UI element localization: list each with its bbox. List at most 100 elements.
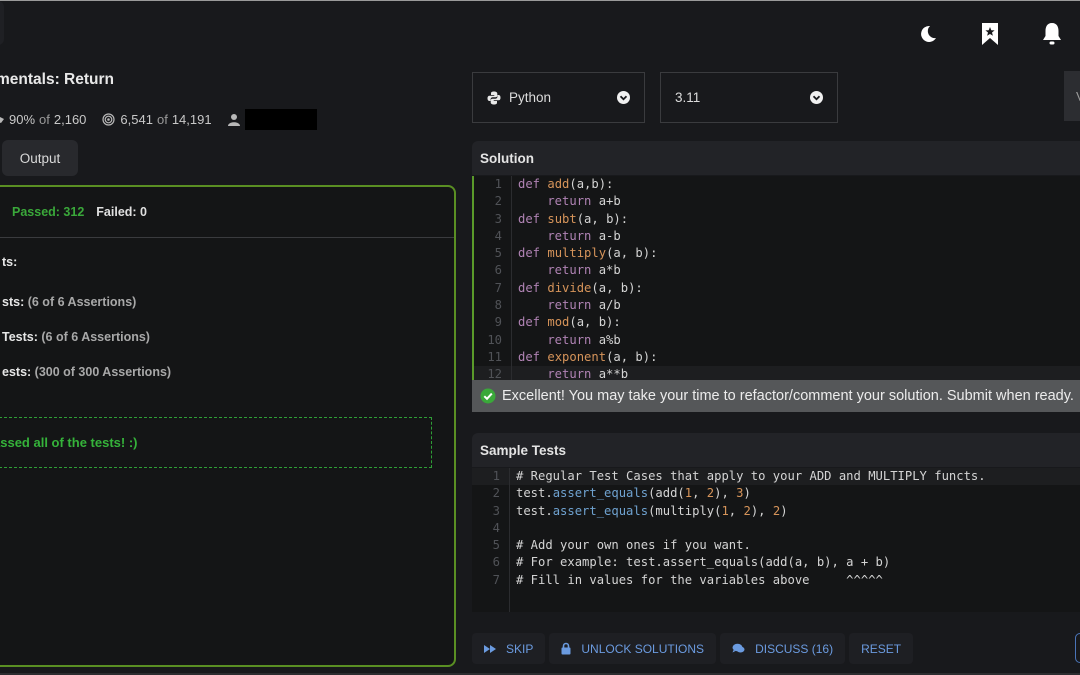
skip-label: SKIP — [506, 641, 534, 656]
solution-code: 1 def add(a,b): 2 return a+b 3 def subt(a, b… — [474, 176, 1080, 384]
lock-icon — [561, 642, 571, 655]
token: test. — [516, 503, 553, 518]
token: ), — [714, 486, 737, 501]
test-group[interactable]: ests: (300 of 300 Assertions) — [2, 365, 171, 379]
line-number: 5 — [494, 246, 502, 261]
token-rest: (a, b): — [606, 349, 658, 364]
solution-header: Solution — [472, 141, 1080, 175]
kata-actions: SKIP UNLOCK SOLUTIONS DISCUSS (16) RESET — [472, 633, 914, 664]
completed-value: 6,541 — [120, 112, 153, 127]
attempt-button-edge[interactable] — [1075, 633, 1080, 663]
version-select[interactable]: 3.11 — [660, 72, 838, 123]
token: , — [692, 486, 707, 501]
satisfaction-votes: 2,160 — [53, 112, 87, 127]
line-number: 5 — [492, 538, 500, 553]
code-text: def mod(a, b): — [502, 314, 621, 331]
language-select-value: Python — [509, 90, 552, 105]
success-message: assed all of the tests! :) — [0, 417, 432, 468]
test-group[interactable]: Tests: (6 of 6 Assertions) — [2, 330, 150, 344]
code-text: def subt(a, b): — [502, 211, 628, 228]
tab-output[interactable]: Output — [2, 140, 78, 176]
code-text: # Fill in values for the variables above… — [516, 572, 883, 587]
line-number: 1 — [492, 469, 500, 483]
user-icon — [227, 113, 240, 126]
discuss-label: DISCUSS (16) — [755, 641, 834, 656]
token-rest: a/b — [598, 298, 621, 313]
target-icon — [102, 113, 116, 126]
output-panel: Passed: 312 Failed: 0 ts: sts: (6 of 6 A… — [0, 185, 456, 667]
notice-text: Excellent! You may take your time to ref… — [502, 388, 1074, 404]
token-rest: (a, b): — [606, 246, 658, 261]
line-number: 6 — [492, 555, 500, 570]
line-number: 8 — [494, 298, 502, 313]
token-keyword: return — [518, 332, 599, 347]
unlock-label: UNLOCK SOLUTIONS — [581, 641, 705, 656]
test-group-label: ests: — [2, 365, 32, 379]
test-group-detail: (6 of 6 Assertions) — [27, 295, 137, 309]
discuss-button[interactable]: DISCUSS (16) — [720, 633, 846, 664]
line-number: 7 — [494, 280, 502, 295]
token-rest: (a,b): — [569, 177, 614, 191]
code-text: def exponent(a, b): — [502, 349, 657, 366]
token-keyword: return — [518, 298, 599, 313]
line-number: 11 — [487, 349, 502, 364]
moon-icon[interactable] — [916, 20, 940, 48]
token-function: mod — [547, 315, 570, 330]
token-function: multiply — [547, 246, 607, 261]
token-function: divide — [547, 280, 592, 295]
side-action-button[interactable]: V — [1064, 71, 1080, 121]
bell-icon[interactable] — [1040, 20, 1064, 48]
kata-stats: 90% of 2,160 6,541 of 14,191 — [0, 109, 333, 130]
unlock-solutions-button[interactable]: UNLOCK SOLUTIONS — [549, 633, 717, 664]
token-rest: (a, b): — [576, 211, 629, 226]
token-rest: a+b — [598, 194, 621, 209]
test-group[interactable]: ts: — [2, 255, 17, 269]
token: 1 — [721, 503, 729, 518]
token-keyword: def — [518, 211, 548, 226]
author-stat[interactable] — [227, 109, 317, 130]
token-rest: (a, b): — [569, 315, 621, 330]
code-text: return a%b — [502, 332, 620, 349]
line-number: 4 — [492, 520, 500, 535]
passed-count: Passed: 312 — [12, 205, 85, 219]
code-text: def divide(a, b): — [502, 280, 643, 297]
line-number: 1 — [494, 177, 502, 191]
code-line: 8 return a/b — [474, 297, 1080, 314]
token-keyword: def — [518, 177, 548, 191]
completed-stat: 6,541 of 14,191 — [102, 112, 212, 127]
sample-tests-header: Sample Tests — [472, 433, 1080, 467]
code-line: 6 # For example: test.assert_equals(add(… — [472, 554, 1080, 571]
line-number: 4 — [494, 228, 502, 243]
sample-tests-editor[interactable]: 1 # Regular Test Cases that apply to you… — [472, 468, 1080, 612]
fast-forward-icon — [484, 644, 496, 653]
line-number: 10 — [487, 332, 502, 347]
code-line: 3 test.assert_equals(multiply(1, 2), 2) — [472, 503, 1080, 520]
code-text: def add(a,b): — [502, 176, 613, 193]
skip-button[interactable]: SKIP — [472, 633, 546, 664]
code-text: # Add your own ones if you want. — [516, 538, 751, 553]
language-select[interactable]: Python — [472, 72, 645, 123]
token: assert_equals — [552, 486, 649, 501]
code-line: 5 # Add your own ones if you want. — [472, 537, 1080, 554]
bookmark-star-icon[interactable] — [978, 20, 1002, 48]
code-text: return a-b — [502, 228, 621, 245]
window-top-border — [0, 0, 1080, 1]
reset-label: RESET — [861, 641, 902, 656]
code-line: 1 def add(a,b): — [474, 176, 1080, 193]
code-text: # For example: test.assert_equals(add(a,… — [516, 555, 891, 570]
token-rest: a-b — [598, 228, 621, 243]
code-line: 9 def mod(a, b): — [474, 314, 1080, 331]
failed-count: Failed: 0 — [96, 205, 147, 219]
gutter-divider — [511, 176, 512, 388]
test-group[interactable]: sts: (6 of 6 Assertions) — [2, 295, 136, 309]
reset-button[interactable]: RESET — [849, 633, 914, 664]
code-text: test.assert_equals(multiply(1, 2), 2) — [500, 503, 788, 520]
solution-editor[interactable]: 1 def add(a,b): 2 return a+b 3 def subt(a, b… — [472, 176, 1080, 388]
code-line: 7 # Fill in values for the variables abo… — [472, 572, 1080, 589]
version-select-value: 3.11 — [675, 90, 701, 105]
satisfaction-stat: 90% of 2,160 — [0, 112, 86, 127]
line-number: 3 — [492, 503, 500, 518]
line-number: 6 — [494, 263, 502, 278]
code-text: return a+b — [502, 193, 621, 210]
code-line: 3 def subt(a, b): — [474, 211, 1080, 228]
